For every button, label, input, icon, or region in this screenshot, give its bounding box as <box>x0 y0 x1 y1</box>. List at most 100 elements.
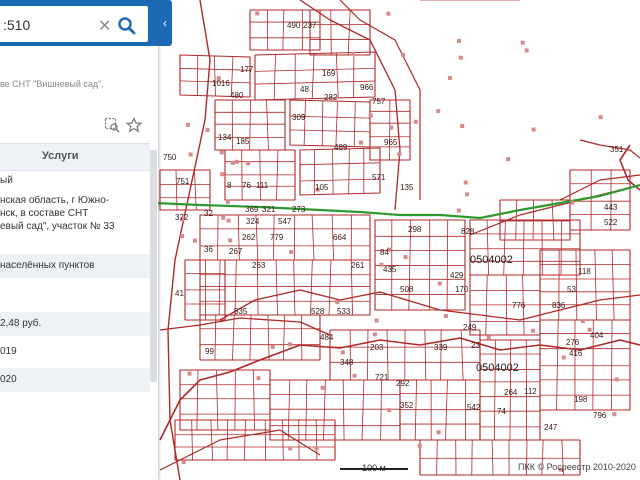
parcel-boundary <box>380 379 382 441</box>
parcel-number-label[interactable]: 23 <box>471 341 480 350</box>
parcel-number-label[interactable]: 533 <box>337 307 350 316</box>
parcel-number-label[interactable]: 508 <box>400 285 413 294</box>
parcel-number-label[interactable]: 298 <box>408 225 421 234</box>
parcel-number-label[interactable]: 170 <box>455 285 468 294</box>
parcel-number-label[interactable]: 264 <box>504 388 517 397</box>
parcel-number-label[interactable]: 372 <box>175 213 188 222</box>
parcel-number-label[interactable]: 41 <box>175 289 184 298</box>
parcel-number-label[interactable]: 118 <box>578 267 591 276</box>
parcel-number-label[interactable]: 348 <box>340 358 353 367</box>
building-marker <box>193 238 198 243</box>
parcel-number-label[interactable]: 489 <box>334 143 347 152</box>
parcel-number-label[interactable]: 273 <box>292 205 305 214</box>
search-icon[interactable] <box>117 16 137 36</box>
parcel-number-label[interactable]: 796 <box>593 411 606 420</box>
parcel-number-label[interactable]: 185 <box>236 137 249 146</box>
parcel-number-label[interactable]: 247 <box>544 423 557 432</box>
bookmark-star-icon[interactable] <box>126 117 142 133</box>
parcel-number-label[interactable]: 828 <box>461 227 474 236</box>
parcel-number-label[interactable]: 339 <box>434 343 447 352</box>
parcel-number-label[interactable]: 404 <box>590 331 603 340</box>
parcel-number-label[interactable]: 48 <box>300 85 309 94</box>
parcel-number-label[interactable]: 480 <box>230 91 243 100</box>
parcel-number-label[interactable]: 84 <box>380 248 389 257</box>
parcel-number-label[interactable]: 351 <box>610 145 623 154</box>
parcel-number-label[interactable]: 309 <box>292 113 305 122</box>
parcel-number-label[interactable]: 547 <box>278 217 291 226</box>
parcel-boundary <box>299 178 381 182</box>
zoom-to-object-icon[interactable] <box>104 117 120 133</box>
parcel-number-label[interactable]: 112 <box>524 387 537 396</box>
parcel-number-label[interactable]: 249 <box>463 323 476 332</box>
parcel-number-label[interactable]: 76 <box>242 181 251 190</box>
building-marker <box>520 40 525 45</box>
parcel-number-label[interactable]: 490 <box>287 21 300 30</box>
parcel-number-label[interactable]: 32 <box>204 209 213 218</box>
parcel-number-label[interactable]: 750 <box>163 153 176 162</box>
parcel-number-label[interactable]: 237 <box>303 21 316 30</box>
parcel-number-label[interactable]: 429 <box>450 271 463 280</box>
parcel-number-label[interactable]: 276 <box>566 338 579 347</box>
parcel-number-label[interactable]: 8 <box>227 181 231 190</box>
parcel-boundary <box>289 129 371 133</box>
parcel-number-label[interactable]: 282 <box>324 93 337 102</box>
parcel-number-label[interactable]: 443 <box>604 203 617 212</box>
parcel-number-label[interactable]: 135 <box>400 183 413 192</box>
info-row-category: ый <box>0 175 13 186</box>
parcel-number-label[interactable]: 779 <box>270 233 283 242</box>
panel-scrollbar[interactable] <box>150 150 157 382</box>
parcel-number-label[interactable]: 528 <box>311 307 324 316</box>
parcel-number-label[interactable]: 203 <box>370 343 383 352</box>
parcel-number-label[interactable]: 664 <box>333 233 346 242</box>
parcel-number-label[interactable]: 484 <box>320 333 333 342</box>
tab-services[interactable]: Услуги <box>42 150 79 162</box>
cadastral-quarter-label[interactable]: 0504002 <box>476 363 519 374</box>
parcel-number-label[interactable]: 966 <box>360 83 373 92</box>
parcel-number-label[interactable]: 571 <box>372 173 385 182</box>
search-box[interactable]: :510 ✕ <box>0 6 148 42</box>
building-marker <box>205 128 210 133</box>
collapse-panel-button[interactable]: ‹ <box>158 0 172 46</box>
parcel-number-label[interactable]: 267 <box>229 247 242 256</box>
parcel-number-label[interactable]: 352 <box>400 401 413 410</box>
parcel-boundary <box>446 219 449 311</box>
parcel-number-label[interactable]: 1016 <box>212 79 230 88</box>
parcel-number-label[interactable]: 198 <box>574 395 587 404</box>
parcel-boundary <box>252 369 255 431</box>
parcel-number-label[interactable]: 262 <box>242 233 255 242</box>
parcel-number-label[interactable]: 36 <box>204 245 213 254</box>
parcel-number-label[interactable]: 435 <box>383 265 396 274</box>
cadastral-quarter-label[interactable]: 0504002 <box>470 255 513 266</box>
parcel-number-label[interactable]: 177 <box>240 65 253 74</box>
parcel-number-label[interactable]: 321 <box>262 205 275 214</box>
building-marker <box>288 446 293 451</box>
parcel-number-label[interactable]: 965 <box>384 138 397 147</box>
parcel-number-label[interactable]: 542 <box>467 403 480 412</box>
parcel-number-label[interactable]: 263 <box>252 261 265 270</box>
close-icon[interactable]: ✕ <box>98 16 111 36</box>
parcel-number-label[interactable]: 99 <box>205 347 214 356</box>
parcel-number-label[interactable]: 721 <box>375 373 388 382</box>
parcel-number-label[interactable]: 53 <box>567 285 576 294</box>
parcel-boundary <box>328 259 332 316</box>
parcel-number-label[interactable]: 757 <box>372 97 385 106</box>
parcel-number-label[interactable]: 105 <box>315 183 328 192</box>
parcel-boundary <box>226 419 229 461</box>
parcel-number-label[interactable]: 776 <box>512 301 525 310</box>
parcel-number-label[interactable]: 324 <box>246 217 259 226</box>
parcel-number-label[interactable]: 522 <box>604 218 617 227</box>
building-marker <box>270 344 275 349</box>
parcel-number-label[interactable]: 74 <box>497 407 506 416</box>
parcel-number-label[interactable]: 751 <box>176 177 189 186</box>
search-input[interactable]: :510 <box>3 17 30 33</box>
parcel-number-label[interactable]: 836 <box>552 301 565 310</box>
parcel-number-label[interactable]: 535 <box>234 307 247 316</box>
parcel-number-label[interactable]: 169 <box>322 69 335 78</box>
parcel-number-label[interactable]: 369 <box>245 205 258 214</box>
building-marker <box>437 281 442 286</box>
parcel-number-label[interactable]: 416 <box>569 349 582 358</box>
parcel-number-label[interactable]: 261 <box>351 261 364 270</box>
parcel-number-label[interactable]: 111 <box>256 181 268 190</box>
parcel-number-label[interactable]: 134 <box>218 133 231 142</box>
parcel-number-label[interactable]: 292 <box>396 379 409 388</box>
